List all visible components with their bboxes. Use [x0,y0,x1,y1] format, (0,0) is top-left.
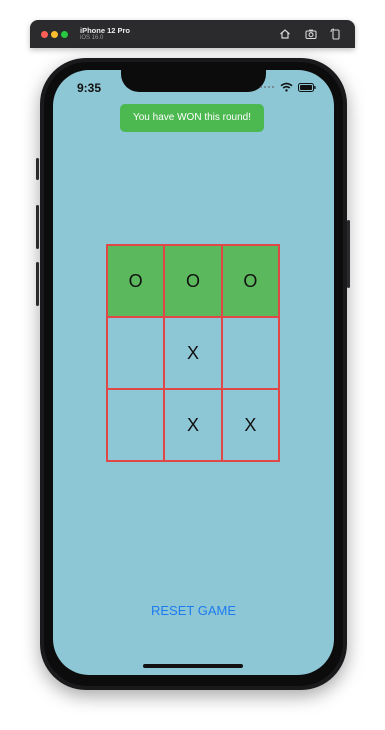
zoom-window-button[interactable] [61,31,68,38]
board-cell-8[interactable]: X [164,389,222,461]
power-button [347,220,350,288]
close-window-button[interactable] [41,31,48,38]
tic-tac-toe-board: O O O X X X [106,244,280,462]
board-cell-5[interactable]: X [164,317,222,389]
device-name: iPhone 12 Pro [80,26,131,35]
mute-switch [36,158,39,180]
board-cell-9[interactable]: X [221,389,279,461]
board-cell-6[interactable] [221,317,279,389]
board-cell-3[interactable]: O [221,245,279,317]
volume-up-button [36,205,39,249]
board-cell-4[interactable] [107,317,165,389]
board-cell-2[interactable]: O [164,245,222,317]
os-version: iOS 16.0 [80,35,104,41]
home-icon[interactable] [278,27,292,41]
volume-down-button [36,262,39,306]
notch [121,70,266,92]
battery-icon [298,82,316,92]
simulator-titlebar: iPhone 12 Pro iOS 16.0 [30,20,355,48]
cellular-signal-icon [259,84,275,90]
app-screen: 9:35 You have WON this round! O O O X X … [53,70,334,675]
rotate-icon[interactable] [329,27,343,41]
minimize-window-button[interactable] [51,31,58,38]
board-cell-7[interactable] [107,389,165,461]
board-cell-1[interactable]: O [107,245,165,317]
reset-game-button[interactable]: RESET GAME [53,603,334,618]
win-toast: You have WON this round! [120,104,264,132]
status-time: 9:35 [77,81,102,95]
home-indicator[interactable] [143,664,243,668]
wifi-icon [280,82,293,92]
screenshot-icon[interactable] [304,27,318,41]
status-icons [259,82,316,92]
